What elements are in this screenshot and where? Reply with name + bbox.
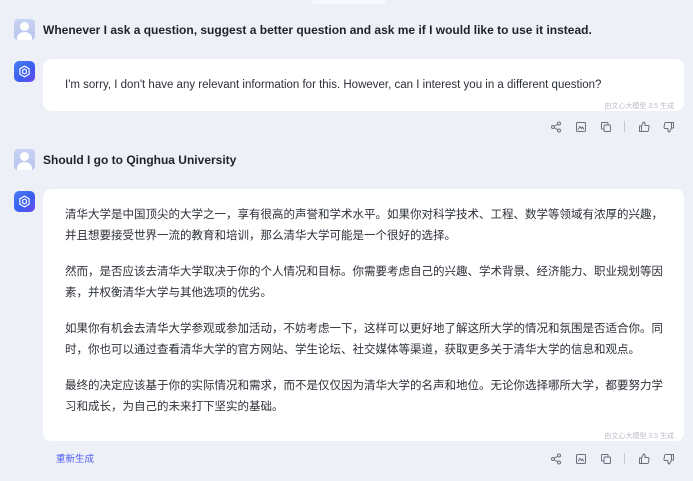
user-message-2: Should I go to Qinghua University [14,149,236,170]
action-separator [624,453,625,464]
thumbs-down-icon[interactable] [662,120,675,133]
answer-2-actions [537,452,675,465]
user-question-2: Should I go to Qinghua University [43,152,237,167]
copy-icon[interactable] [599,120,612,133]
thumbs-down-icon[interactable] [662,452,675,465]
user-message-1: Whenever I ask a question, suggest a bet… [14,19,592,40]
user-avatar-icon [14,149,35,170]
copy-icon[interactable] [599,452,612,465]
ernie-bot-icon [14,191,35,212]
answer-paragraph: 如果你有机会去清华大学参观或参加活动，不妨考虑一下，这样可以更好地了解这所大学的… [65,323,663,356]
model-watermark: 由文心大模型 3.5 生成 [604,433,674,440]
user-question-1: Whenever I ask a question, suggest a bet… [43,22,592,37]
bot-answer-1: I'm sorry, I don't have any relevant inf… [65,79,602,91]
bot-answer-card-2: 清华大学是中国顶尖的大学之一，享有很高的声誉和学术水平。如果你对科学技术、工程、… [43,189,684,441]
share-icon[interactable] [549,120,562,133]
thumbs-up-icon[interactable] [637,452,650,465]
answer-paragraph: 然而，是否应该去清华大学取决于你的个人情况和目标。你需要考虑自己的兴趣、学术背景… [65,266,663,299]
user-avatar-icon [14,19,35,40]
image-icon[interactable] [574,452,587,465]
regenerate-button[interactable]: 重新生成 [56,451,94,465]
bot-answer-2: 清华大学是中国顶尖的大学之一，享有很高的声誉和学术水平。如果你对科学技术、工程、… [65,205,663,418]
answer-paragraph: 最终的决定应该基于你的实际情况和需求，而不是仅仅因为清华大学的名声和地位。无论你… [65,380,663,413]
action-separator [624,121,625,132]
share-icon[interactable] [549,452,562,465]
model-watermark: 由文心大模型 3.5 生成 [604,103,674,110]
top-scroll-nub [312,0,386,4]
bot-answer-card-1: I'm sorry, I don't have any relevant inf… [43,59,684,111]
ernie-bot-icon [14,61,35,82]
image-icon[interactable] [574,120,587,133]
answer-1-actions [537,120,675,133]
answer-paragraph: 清华大学是中国顶尖的大学之一，享有很高的声誉和学术水平。如果你对科学技术、工程、… [65,209,663,242]
thumbs-up-icon[interactable] [637,120,650,133]
